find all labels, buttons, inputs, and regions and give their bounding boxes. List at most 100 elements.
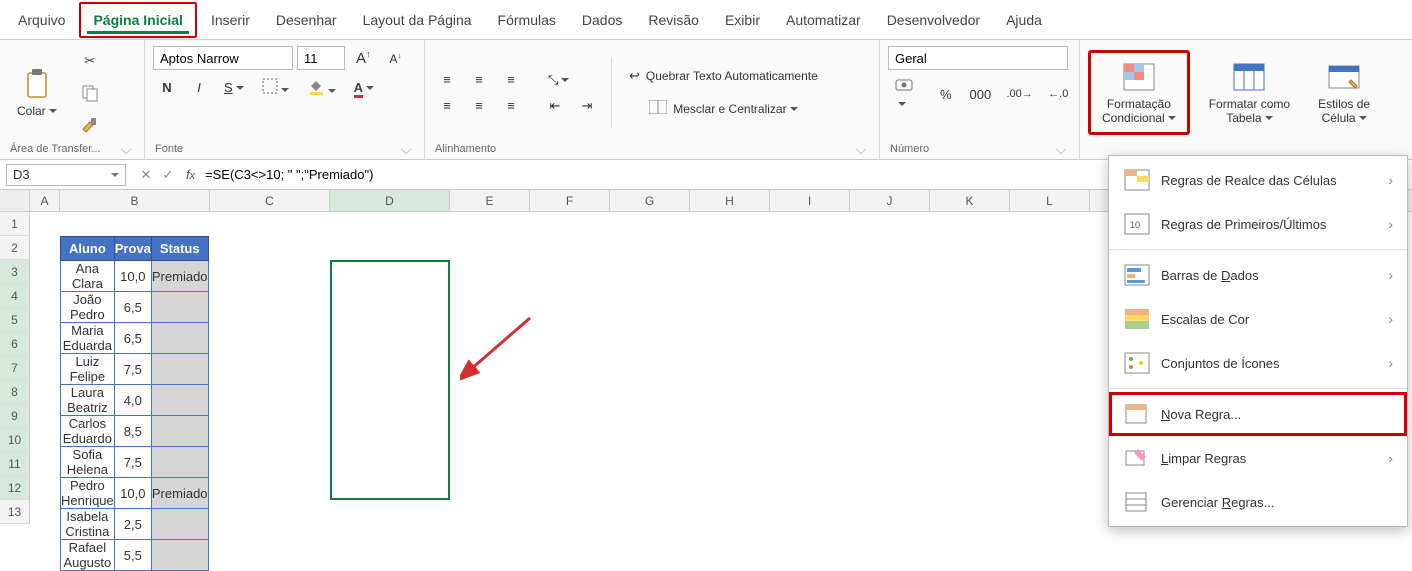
- copy-button[interactable]: [72, 79, 108, 107]
- table-row[interactable]: Pedro Henrique10,0Premiado: [61, 478, 209, 509]
- table-row[interactable]: João Pedro6,5: [61, 292, 209, 323]
- tab-revisao[interactable]: Revisão: [636, 4, 711, 36]
- tab-exibir[interactable]: Exibir: [713, 4, 772, 36]
- tab-pagina-inicial[interactable]: Página Inicial: [79, 2, 196, 38]
- col-header-F[interactable]: F: [530, 190, 610, 211]
- accept-formula-button[interactable]: ✓: [160, 167, 176, 183]
- tab-desenvolvedor[interactable]: Desenvolvedor: [875, 4, 992, 36]
- increase-decimal-button[interactable]: .00→: [1001, 85, 1038, 103]
- col-header-C[interactable]: C: [210, 190, 330, 211]
- align-middle-button[interactable]: ≡: [465, 69, 493, 90]
- col-header-D[interactable]: D: [330, 190, 450, 211]
- row-header-13[interactable]: 13: [0, 500, 30, 524]
- font-launcher[interactable]: [401, 144, 411, 154]
- orientation-button[interactable]: ⤡: [541, 69, 576, 91]
- align-left-button[interactable]: ≡: [433, 95, 461, 116]
- col-header-A[interactable]: A: [30, 190, 60, 211]
- number-format-combo[interactable]: [888, 46, 1068, 70]
- menu-clear-rules[interactable]: Limpar Regras ›: [1109, 436, 1407, 480]
- name-box[interactable]: D3: [6, 164, 126, 186]
- table-row[interactable]: Maria Eduarda6,5: [61, 323, 209, 354]
- font-size-combo[interactable]: [297, 46, 345, 70]
- table-row[interactable]: Ana Clara10,0Premiado: [61, 261, 209, 292]
- fill-color-button[interactable]: [300, 74, 343, 101]
- format-as-table-button[interactable]: Formatar como Tabela: [1200, 55, 1299, 131]
- font-name-combo[interactable]: [153, 46, 293, 70]
- comma-format-button[interactable]: 000: [964, 84, 997, 105]
- cut-button[interactable]: ✂: [72, 47, 108, 75]
- paste-button[interactable]: Colar: [8, 62, 66, 124]
- decrease-indent-button[interactable]: ⇤: [541, 95, 569, 117]
- col-header-E[interactable]: E: [450, 190, 530, 211]
- row-header-9[interactable]: 9: [0, 404, 30, 428]
- clipboard-launcher[interactable]: [121, 144, 131, 154]
- align-center-button[interactable]: ≡: [465, 95, 493, 116]
- row-header-1[interactable]: 1: [0, 212, 30, 236]
- fx-icon[interactable]: fx: [182, 167, 199, 182]
- number-launcher[interactable]: [1056, 144, 1066, 154]
- col-header-J[interactable]: J: [850, 190, 930, 211]
- col-header-G[interactable]: G: [610, 190, 690, 211]
- align-top-button[interactable]: ≡: [433, 69, 461, 90]
- row-header-7[interactable]: 7: [0, 356, 30, 380]
- menu-label: Nova Regra...: [1161, 407, 1241, 422]
- row-header-8[interactable]: 8: [0, 380, 30, 404]
- align-center-icon: ≡: [475, 98, 483, 113]
- menu-manage-rules[interactable]: Gerenciar Regras...: [1109, 480, 1407, 524]
- alignment-launcher[interactable]: [856, 144, 866, 154]
- col-header-H[interactable]: H: [690, 190, 770, 211]
- col-header-K[interactable]: K: [930, 190, 1010, 211]
- tab-formulas[interactable]: Fórmulas: [486, 4, 568, 36]
- menu-top-bottom-rules[interactable]: 10Regras de Primeiros/Últimos ›: [1109, 202, 1407, 246]
- row-header-12[interactable]: 12: [0, 476, 30, 500]
- menu-data-bars[interactable]: Barras de Dados ›: [1109, 253, 1407, 297]
- menu-new-rule[interactable]: Nova Regra...: [1109, 392, 1407, 436]
- bold-button[interactable]: N: [153, 77, 181, 98]
- table-row[interactable]: Rafael Augusto5,5: [61, 540, 209, 571]
- conditional-formatting-button[interactable]: Formatação Condicional: [1093, 55, 1185, 131]
- italic-button[interactable]: I: [185, 77, 213, 98]
- col-header-L[interactable]: L: [1010, 190, 1090, 211]
- table-row[interactable]: Sofia Helena7,5: [61, 447, 209, 478]
- row-header-4[interactable]: 4: [0, 284, 30, 308]
- increase-font-button[interactable]: A↑: [349, 46, 378, 70]
- row-header-5[interactable]: 5: [0, 308, 30, 332]
- borders-button[interactable]: [255, 75, 296, 100]
- col-header-I[interactable]: I: [770, 190, 850, 211]
- percent-format-button[interactable]: %: [932, 84, 960, 105]
- tab-ajuda[interactable]: Ajuda: [994, 4, 1054, 36]
- decrease-font-button[interactable]: A↓: [382, 48, 410, 69]
- table-row[interactable]: Laura Beatriz4,0: [61, 385, 209, 416]
- align-right-button[interactable]: ≡: [497, 95, 525, 116]
- select-all-corner[interactable]: [0, 190, 30, 211]
- format-painter-button[interactable]: [72, 111, 108, 139]
- menu-color-scales[interactable]: Escalas de Cor ›: [1109, 297, 1407, 341]
- accounting-format-button[interactable]: [888, 74, 928, 114]
- row-header-3[interactable]: 3: [0, 260, 30, 284]
- table-row[interactable]: Isabela Cristina2,5: [61, 509, 209, 540]
- row-header-11[interactable]: 11: [0, 452, 30, 476]
- row-header-10[interactable]: 10: [0, 428, 30, 452]
- row-header-6[interactable]: 6: [0, 332, 30, 356]
- cancel-formula-button[interactable]: ✕: [138, 167, 154, 183]
- tab-inserir[interactable]: Inserir: [199, 4, 262, 36]
- table-row[interactable]: Luiz Felipe7,5: [61, 354, 209, 385]
- tab-automatizar[interactable]: Automatizar: [774, 4, 873, 36]
- menu-highlight-cells-rules[interactable]: Regras de Realce das Células ›: [1109, 158, 1407, 202]
- tab-dados[interactable]: Dados: [570, 4, 634, 36]
- cell-styles-button[interactable]: Estilos de Célula: [1309, 55, 1379, 131]
- underline-button[interactable]: S: [217, 77, 251, 98]
- row-header-2[interactable]: 2: [0, 236, 30, 260]
- tab-layout[interactable]: Layout da Página: [351, 4, 484, 36]
- table-row[interactable]: Carlos Eduardo8,5: [61, 416, 209, 447]
- merge-center-button[interactable]: Mesclar e Centralizar: [622, 97, 825, 120]
- menu-icon-sets[interactable]: Conjuntos de Ícones ›: [1109, 341, 1407, 385]
- tab-arquivo[interactable]: Arquivo: [6, 4, 77, 36]
- increase-indent-button[interactable]: ⇥: [573, 95, 601, 117]
- tab-desenhar[interactable]: Desenhar: [264, 4, 349, 36]
- col-header-B[interactable]: B: [60, 190, 210, 211]
- align-bottom-button[interactable]: ≡: [497, 69, 525, 90]
- wrap-text-button[interactable]: ↩ Quebrar Texto Automaticamente: [622, 65, 825, 87]
- decrease-decimal-button[interactable]: ←.0: [1042, 85, 1074, 103]
- font-color-button[interactable]: A: [347, 77, 381, 98]
